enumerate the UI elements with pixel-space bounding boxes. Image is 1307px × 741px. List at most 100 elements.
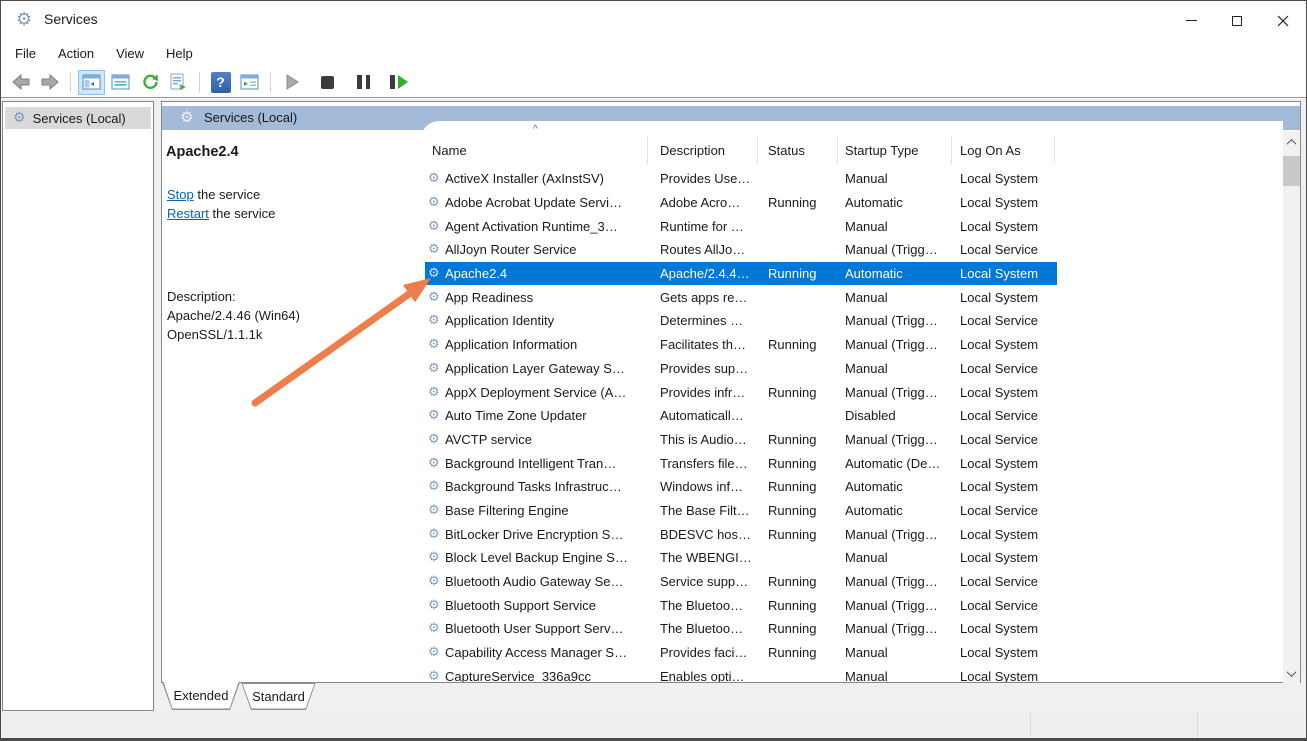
scroll-up-button[interactable]: [1283, 133, 1300, 151]
table-row[interactable]: ⚙Auto Time Zone Updater Automaticall… Di…: [425, 404, 1057, 428]
description-line: OpenSSL/1.1.1k: [167, 327, 262, 342]
minimize-button[interactable]: [1168, 1, 1214, 40]
services-window: ⚙ Services File Action View Help: [0, 0, 1307, 741]
export-list-button[interactable]: [165, 70, 192, 95]
service-gear-icon: ⚙: [428, 480, 445, 493]
tab-standard-label: Standard: [252, 689, 305, 704]
table-row[interactable]: ⚙ActiveX Installer (AxInstSV) Provides U…: [425, 167, 1057, 191]
pause-service-button[interactable]: [350, 70, 377, 95]
table-row[interactable]: ⚙Background Tasks Infrastruc… Windows in…: [425, 475, 1057, 499]
column-header-row: Name Description Status Startup Type Log…: [425, 136, 1055, 164]
column-header-status[interactable]: Status: [758, 136, 838, 164]
table-row[interactable]: ⚙App Readiness Gets apps re… Manual Loca…: [425, 285, 1057, 309]
restart-service-action: Restart the service: [167, 206, 275, 221]
help-button[interactable]: ?: [207, 70, 234, 95]
restart-link-rest: the service: [209, 206, 275, 221]
table-row[interactable]: ⚙Bluetooth User Support Serv… The Blueto…: [425, 617, 1057, 641]
menu-file[interactable]: File: [4, 42, 47, 65]
table-row[interactable]: ⚙Application Identity Determines … Manua…: [425, 309, 1057, 333]
properties-button[interactable]: [107, 70, 134, 95]
service-gear-icon: ⚙: [428, 196, 445, 209]
table-row[interactable]: ⚙Block Level Backup Engine S… The WBENGI…: [425, 546, 1057, 570]
service-gear-icon: ⚙: [428, 575, 445, 588]
refresh-button[interactable]: [136, 70, 163, 95]
scrollbar-thumb[interactable]: [1283, 156, 1300, 186]
menu-action[interactable]: Action: [47, 42, 105, 65]
scroll-down-button[interactable]: [1283, 664, 1300, 682]
close-icon: [1277, 15, 1289, 27]
show-action-pane-button[interactable]: [236, 70, 263, 95]
tab-extended-label: Extended: [174, 688, 229, 703]
column-header-startup-type[interactable]: Startup Type: [838, 136, 952, 164]
show-console-tree-button[interactable]: [78, 70, 105, 95]
service-gear-icon: ⚙: [428, 551, 445, 564]
service-gear-icon: ⚙: [428, 622, 445, 635]
action-pane-icon: [240, 74, 259, 90]
panel-header-title: Services (Local): [204, 110, 297, 125]
play-icon: [284, 73, 300, 91]
status-divider: [1030, 713, 1031, 737]
toolbar: ?: [0, 67, 1307, 98]
sort-ascending-icon: ^: [533, 124, 538, 135]
menu-help[interactable]: Help: [155, 42, 204, 65]
service-gear-icon: ⚙: [428, 528, 445, 541]
table-row[interactable]: ⚙Capability Access Manager S… Provides f…: [425, 641, 1057, 665]
table-row[interactable]: ⚙Bluetooth Support Service The Bluetoo… …: [425, 593, 1057, 617]
service-gear-icon: ⚙: [428, 291, 445, 304]
status-bar: [0, 712, 1307, 741]
toolbar-separator: [270, 72, 271, 93]
menu-view[interactable]: View: [105, 42, 155, 65]
table-row[interactable]: ⚙AppX Deployment Service (A… Provides in…: [425, 380, 1057, 404]
services-gear-icon: ⚙: [13, 111, 26, 125]
toolbar-separator: [70, 72, 71, 93]
back-button[interactable]: [7, 70, 34, 95]
title-bar: ⚙ Services: [0, 0, 1307, 40]
service-gear-icon: ⚙: [428, 362, 445, 375]
table-row[interactable]: ⚙AVCTP service This is Audio… Running Ma…: [425, 428, 1057, 452]
restart-icon: [390, 74, 409, 90]
refresh-icon: [141, 73, 159, 91]
tab-extended[interactable]: Extended: [162, 682, 240, 710]
stop-link-rest: the service: [194, 187, 260, 202]
column-header-name[interactable]: Name: [425, 136, 648, 164]
start-service-button[interactable]: [278, 70, 305, 95]
service-gear-icon: ⚙: [428, 599, 445, 612]
sidebar-item-services-local[interactable]: ⚙ Services (Local): [5, 107, 151, 129]
selected-service-name: Apache2.4: [166, 144, 239, 160]
forward-arrow-icon: [40, 72, 60, 92]
table-row[interactable]: ⚙Background Intelligent Tran… Transfers …: [425, 451, 1057, 475]
chevron-up-icon: [1287, 138, 1297, 148]
table-row[interactable]: ⚙Adobe Acrobat Update Servi… Adobe Acro……: [425, 191, 1057, 215]
properties-icon: [111, 74, 130, 90]
restart-link[interactable]: Restart: [167, 206, 209, 221]
close-button[interactable]: [1260, 1, 1306, 40]
table-row[interactable]: ⚙Apache2.4 Apache/2.4.4… Running Automat…: [425, 262, 1057, 286]
status-divider: [1197, 713, 1198, 737]
tab-standard[interactable]: Standard: [241, 682, 316, 710]
maximize-button[interactable]: [1214, 1, 1260, 40]
table-row[interactable]: ⚙Application Layer Gateway S… Provides s…: [425, 357, 1057, 381]
stop-link[interactable]: Stop: [167, 187, 194, 202]
service-gear-icon: ⚙: [428, 220, 445, 233]
pause-icon: [357, 75, 370, 89]
column-header-description[interactable]: Description: [648, 136, 758, 164]
table-row[interactable]: ⚙BitLocker Drive Encryption S… BDESVC ho…: [425, 522, 1057, 546]
toolbar-separator: [199, 72, 200, 93]
restart-service-button[interactable]: [386, 70, 413, 95]
stop-service-button[interactable]: [314, 70, 341, 95]
table-row[interactable]: ⚙Bluetooth Audio Gateway Se… Service sup…: [425, 570, 1057, 594]
service-gear-icon: ⚙: [428, 433, 445, 446]
table-row[interactable]: ⚙Application Information Facilitates th……: [425, 333, 1057, 357]
service-gear-icon: ⚙: [428, 457, 445, 470]
vertical-scrollbar[interactable]: [1283, 131, 1300, 684]
table-row[interactable]: ⚙CaptureService_336a9cc Enables opti… Ma…: [425, 664, 1057, 682]
table-row[interactable]: ⚙Agent Activation Runtime_3… Runtime for…: [425, 214, 1057, 238]
services-list: Name Description Status Startup Type Log…: [421, 121, 1283, 682]
service-gear-icon: ⚙: [428, 172, 445, 185]
stop-service-action: Stop the service: [167, 187, 260, 202]
forward-button[interactable]: [36, 70, 63, 95]
table-row[interactable]: ⚙Base Filtering Engine The Base Filt… Ru…: [425, 499, 1057, 523]
help-icon: ?: [211, 72, 231, 93]
table-row[interactable]: ⚙AllJoyn Router Service Routes AllJo… Ma…: [425, 238, 1057, 262]
column-header-log-on-as[interactable]: Log On As: [952, 136, 1055, 164]
